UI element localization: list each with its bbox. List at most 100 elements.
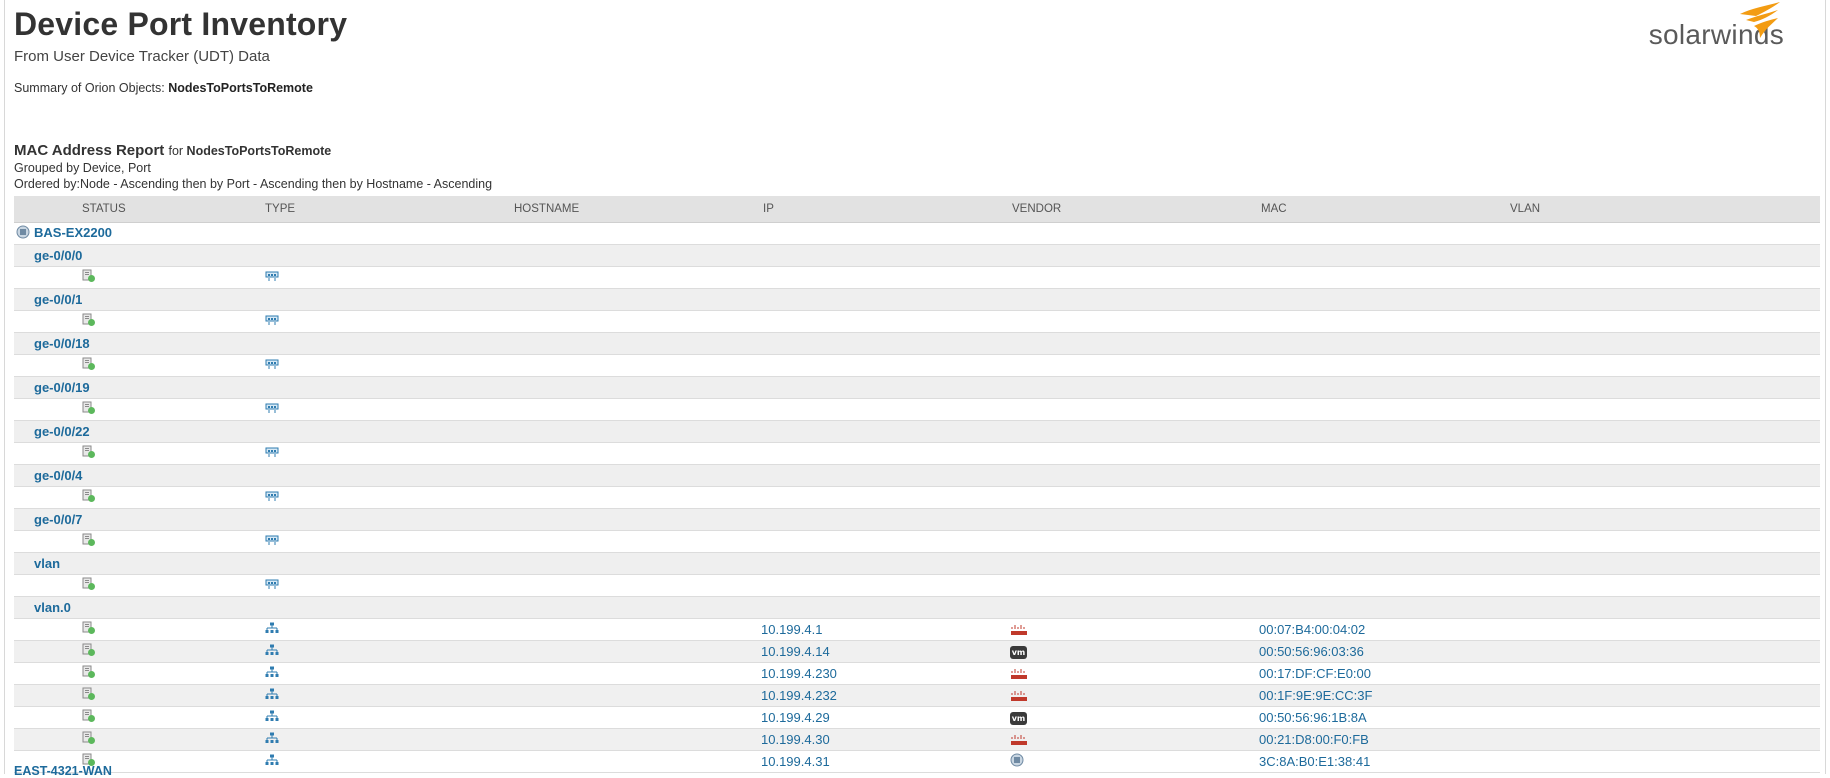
status-cell [14, 354, 263, 377]
device-group-cell[interactable]: BAS-EX2200 [14, 222, 1820, 245]
ip-link[interactable]: 10.199.4.230 [761, 666, 837, 681]
ip-cell[interactable]: 10.199.4.30 [761, 728, 1010, 751]
port-type-icon [265, 314, 279, 329]
next-device-group[interactable]: EAST-4321-WAN [14, 764, 112, 778]
mac-cell[interactable]: 00:1F:9E:9E:CC:3F [1259, 684, 1508, 707]
ip-cell [761, 530, 1010, 553]
status-cell [14, 398, 263, 421]
column-header-vendor[interactable]: VENDOR [1010, 196, 1259, 223]
table-row[interactable] [14, 530, 1820, 553]
type-cell [263, 398, 512, 421]
mac-cell[interactable]: 00:50:56:96:1B:8A [1259, 706, 1508, 729]
table-row[interactable] [14, 310, 1820, 333]
next-device-name[interactable]: EAST-4321-WAN [14, 764, 112, 778]
table-row[interactable] [14, 266, 1820, 289]
table-row[interactable]: 10.199.4.14 vm 00:50:56:96:03:36 [14, 640, 1820, 663]
port-name[interactable]: vlan [14, 552, 1820, 575]
port-name[interactable]: ge-0/0/0 [14, 244, 1820, 267]
ip-cell [761, 310, 1010, 333]
endpoint-type-icon [265, 688, 279, 703]
type-cell [263, 530, 512, 553]
table-row[interactable]: 10.199.4.232 00:1F:9E:9E:CC:3F [14, 684, 1820, 707]
port-name[interactable]: ge-0/0/18 [14, 332, 1820, 355]
mac-link[interactable]: 00:50:56:96:03:36 [1259, 644, 1364, 659]
mac-cell[interactable]: 00:50:56:96:03:36 [1259, 640, 1508, 663]
table-row[interactable] [14, 398, 1820, 421]
table-row[interactable]: 10.199.4.1 00:07:B4:00:04:02 [14, 618, 1820, 641]
ip-link[interactable]: 10.199.4.232 [761, 688, 837, 703]
mac-cell[interactable]: 3C:8A:B0:E1:38:41 [1259, 750, 1508, 773]
column-header-vlan[interactable]: VLAN [1508, 196, 1820, 223]
ip-cell [761, 486, 1010, 509]
table-row[interactable] [14, 574, 1820, 597]
device-name[interactable]: BAS-EX2200 [34, 225, 112, 240]
vendor-cell: vm [1010, 640, 1259, 663]
column-header-mac[interactable]: MAC [1259, 196, 1508, 223]
table-row[interactable]: 10.199.4.29 vm 00:50:56:96:1B:8A [14, 706, 1820, 729]
hostname-cell [512, 618, 761, 641]
ip-cell[interactable]: 10.199.4.230 [761, 662, 1010, 685]
ip-link[interactable]: 10.199.4.14 [761, 644, 830, 659]
ip-cell [761, 398, 1010, 421]
table-row[interactable]: 10.199.4.30 00:21:D8:00:F0:FB [14, 728, 1820, 751]
ip-link[interactable]: 10.199.4.31 [761, 754, 830, 769]
ip-link[interactable]: 10.199.4.30 [761, 732, 830, 747]
mac-link[interactable]: 00:07:B4:00:04:02 [1259, 622, 1365, 637]
mac-cell [1259, 354, 1508, 377]
mac-cell[interactable]: 00:21:D8:00:F0:FB [1259, 728, 1508, 751]
port-name[interactable]: ge-0/0/22 [14, 420, 1820, 443]
ip-link[interactable]: 10.199.4.29 [761, 710, 830, 725]
port-group-row: ge-0/0/7 [14, 508, 1820, 531]
port-name[interactable]: vlan.0 [14, 596, 1820, 619]
ip-cell[interactable]: 10.199.4.14 [761, 640, 1010, 663]
hostname-cell [512, 750, 761, 773]
mac-link[interactable]: 00:1F:9E:9E:CC:3F [1259, 688, 1372, 703]
port-name[interactable]: ge-0/0/4 [14, 464, 1820, 487]
status-cell [14, 530, 263, 553]
hostname-cell [512, 530, 761, 553]
type-cell [263, 662, 512, 685]
column-header-status[interactable]: STATUS [14, 196, 263, 223]
status-up-icon [82, 731, 96, 748]
mac-link[interactable]: 00:21:D8:00:F0:FB [1259, 732, 1369, 747]
table-row[interactable] [14, 354, 1820, 377]
mac-cell[interactable]: 00:17:DF:CF:E0:00 [1259, 662, 1508, 685]
vlan-cell [1508, 684, 1820, 707]
status-cell [14, 728, 263, 751]
table-row[interactable]: 10.199.4.230 00:17:DF:CF:E0:00 [14, 662, 1820, 685]
vendor-cell [1010, 750, 1259, 773]
hostname-cell [512, 574, 761, 597]
table-row[interactable] [14, 442, 1820, 465]
ip-cell[interactable]: 10.199.4.1 [761, 618, 1010, 641]
mac-link[interactable]: 3C:8A:B0:E1:38:41 [1259, 754, 1370, 769]
vlan-cell [1508, 706, 1820, 729]
ip-cell [761, 266, 1010, 289]
table-row[interactable]: 10.199.4.31 3C:8A:B0:E1:38:41 [14, 750, 1820, 773]
mac-link[interactable]: 00:17:DF:CF:E0:00 [1259, 666, 1371, 681]
ip-cell[interactable]: 10.199.4.31 [761, 750, 1010, 773]
vlan-cell [1508, 618, 1820, 641]
port-name[interactable]: ge-0/0/7 [14, 508, 1820, 531]
column-header-hostname[interactable]: HOSTNAME [512, 196, 761, 223]
table-row[interactable] [14, 486, 1820, 509]
vendor-cell [1010, 442, 1259, 465]
ip-cell[interactable]: 10.199.4.29 [761, 706, 1010, 729]
ip-cell [761, 574, 1010, 597]
status-up-icon [82, 533, 96, 550]
hostname-cell [512, 486, 761, 509]
column-header-ip[interactable]: IP [761, 196, 1010, 223]
ip-cell[interactable]: 10.199.4.232 [761, 684, 1010, 707]
type-cell [263, 618, 512, 641]
port-name[interactable]: ge-0/0/1 [14, 288, 1820, 311]
mac-link[interactable]: 00:50:56:96:1B:8A [1259, 710, 1367, 725]
ip-link[interactable]: 10.199.4.1 [761, 622, 822, 637]
summary-label: Summary of Orion Objects: [14, 81, 165, 95]
port-type-icon [265, 270, 279, 285]
port-name[interactable]: ge-0/0/19 [14, 376, 1820, 399]
type-cell [263, 442, 512, 465]
column-header-type[interactable]: TYPE [263, 196, 512, 223]
type-cell [263, 486, 512, 509]
report-title-text: MAC Address Report [14, 142, 165, 159]
mac-cell[interactable]: 00:07:B4:00:04:02 [1259, 618, 1508, 641]
mac-cell [1259, 266, 1508, 289]
